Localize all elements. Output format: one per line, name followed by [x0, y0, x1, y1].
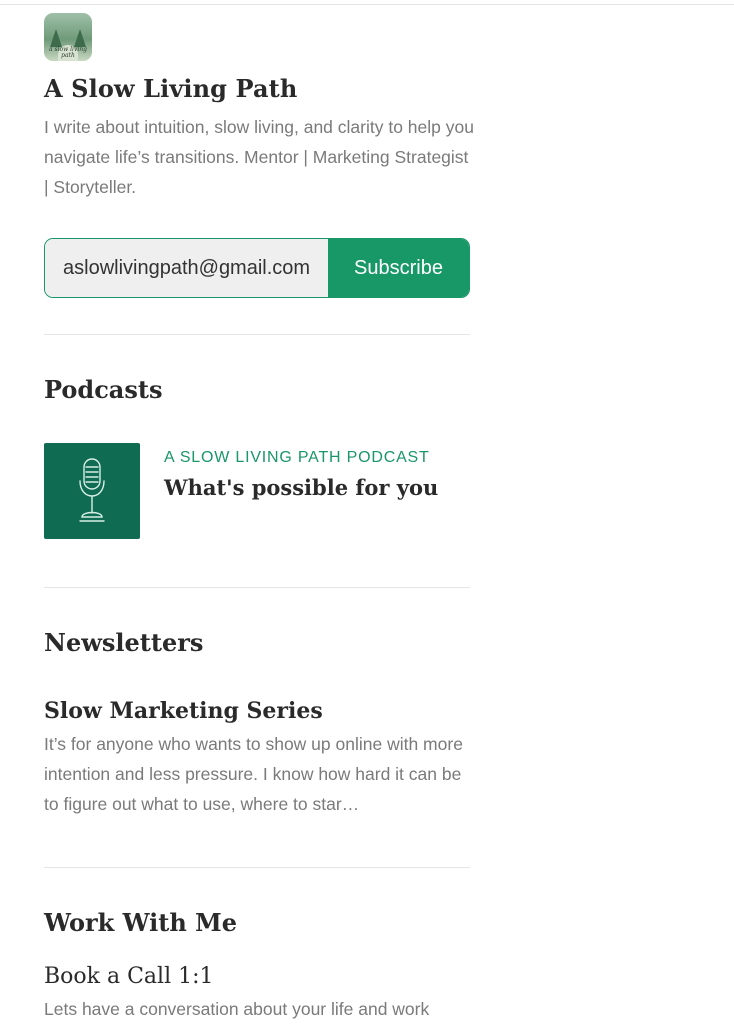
- logo-tree-left: [50, 29, 62, 47]
- newsletters-heading: Newsletters: [44, 628, 204, 657]
- book-call-description: Lets have a conversation about your life…: [44, 999, 430, 1019]
- podcast-cover[interactable]: [44, 443, 140, 539]
- top-divider: [0, 4, 734, 5]
- podcasts-heading: Podcasts: [44, 375, 163, 404]
- newsletter-description: It’s for anyone who wants to show up onl…: [44, 734, 463, 814]
- subscribe-form: Subscribe: [44, 238, 470, 298]
- section-divider: [44, 334, 470, 335]
- section-divider: [44, 587, 470, 588]
- email-input[interactable]: [45, 239, 328, 297]
- work-with-me-heading: Work With Me: [44, 908, 238, 937]
- subscribe-button[interactable]: Subscribe: [328, 239, 469, 297]
- logo-tree-right: [74, 29, 86, 47]
- podcast-episode-title[interactable]: What's possible for you: [164, 475, 438, 500]
- book-call-title[interactable]: Book a Call 1:1: [44, 964, 214, 989]
- publication-name[interactable]: A Slow Living Path: [44, 74, 297, 103]
- microphone-icon: [79, 458, 105, 522]
- publication-description: I write about intuition, slow living, an…: [44, 117, 474, 197]
- section-divider: [44, 867, 470, 868]
- publication-logo[interactable]: a slow living path: [44, 13, 92, 61]
- podcast-show-name: A Slow Living Path Podcast: [164, 449, 430, 466]
- newsletter-title[interactable]: Slow Marketing Series: [44, 698, 323, 724]
- logo-text: a slow living path: [49, 46, 87, 59]
